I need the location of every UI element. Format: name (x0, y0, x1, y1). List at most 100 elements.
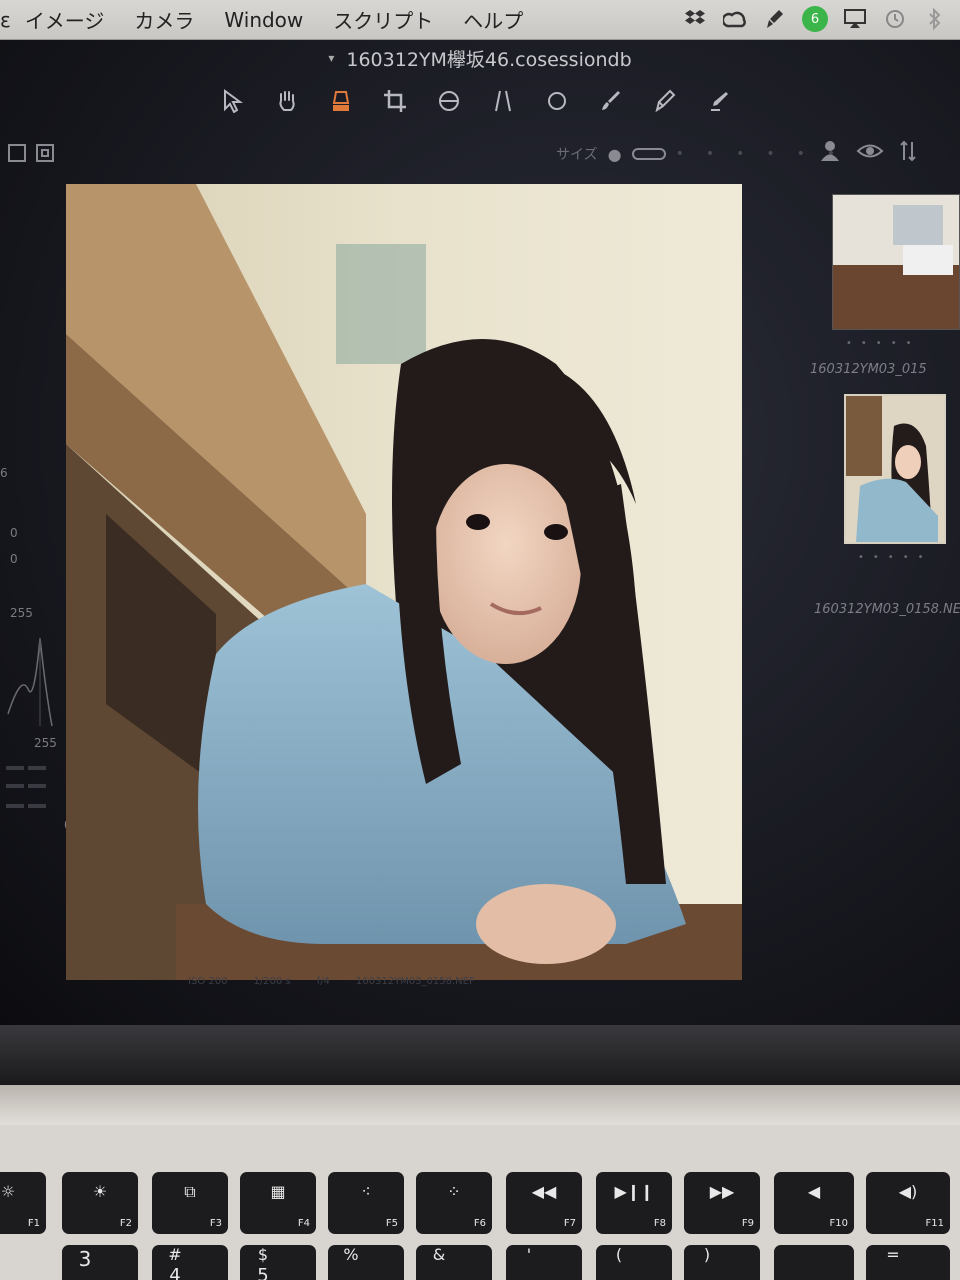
status-icons: 6 (682, 6, 948, 32)
screen-bezel (0, 1025, 960, 1085)
creative-cloud-icon[interactable] (722, 6, 748, 32)
key-label: F3 (209, 1218, 222, 1229)
thumbnail-label: 160312YM03_0158.NE (814, 602, 960, 617)
menu-item-image[interactable]: イメージ (25, 5, 105, 34)
filename-value: 160312YM03_0158.NEF (355, 976, 475, 987)
brightness-up-icon: ☀ (92, 1182, 108, 1201)
key-label: F6 (473, 1218, 486, 1229)
rewind-icon: ◀◀ (531, 1182, 557, 1201)
key-label: F11 (925, 1218, 944, 1229)
key-f4[interactable]: ▦ F4 (240, 1172, 316, 1234)
key-f9[interactable]: ▶▶ F9 (684, 1172, 760, 1234)
keyboard-light-up-icon: ⁘ (447, 1182, 461, 1201)
size-slider[interactable] (631, 148, 666, 160)
time-machine-icon[interactable] (882, 6, 908, 32)
viewer-mode-icons (8, 144, 54, 162)
key-f7[interactable]: ◀◀ F7 (506, 1172, 582, 1234)
brightness-down-icon: ☼ (0, 1182, 16, 1201)
shutter-value: 1/200 s (253, 976, 291, 987)
crop-select-tool-icon[interactable] (328, 88, 354, 114)
person-small-icon: ● (607, 144, 622, 164)
key-f1[interactable]: ☼ F1 (0, 1172, 46, 1234)
eye-icon[interactable] (856, 140, 884, 168)
thumbnail-rating-dots[interactable]: ••••• (858, 552, 933, 563)
green-badge-icon[interactable]: 6 (802, 6, 828, 32)
key-label: F7 (563, 1218, 576, 1229)
keyboard-deck: ☼ F1 ☀ F2 ⧉ F3 ▦ F4 ⁖ F5 ⁘ F6 ◀◀ F7 ▶❙❙ … (0, 1125, 960, 1280)
menu-item-help[interactable]: ヘルプ (463, 5, 523, 34)
key-label: F10 (829, 1218, 848, 1229)
key-f5[interactable]: ⁖ F5 (328, 1172, 404, 1234)
window-title: 160312YM欅坂46.cosessiondb (346, 48, 632, 71)
laptop-hinge (0, 1085, 960, 1125)
viewer-right-icons (820, 140, 916, 168)
launchpad-icon: ▦ (270, 1182, 286, 1201)
photo-info-bar: ISO 200 1/200 s f/4 160312YM03_0158.NEF (188, 976, 475, 987)
pointer-tool-icon[interactable] (220, 88, 246, 114)
thumbnail-image (846, 396, 944, 542)
key-0[interactable]: ) わ (684, 1245, 760, 1280)
key-f2[interactable]: ☀ F2 (62, 1172, 138, 1234)
key-f6[interactable]: ⁘ F6 (416, 1172, 492, 1234)
iso-value: ISO 200 (188, 976, 228, 987)
bluetooth-icon[interactable] (922, 6, 948, 32)
key-f10[interactable]: ◀ F10 (774, 1172, 854, 1234)
eyedropper-tool-icon[interactable] (652, 88, 678, 114)
rotate-tool-icon[interactable] (436, 88, 462, 114)
multi-view-icon[interactable] (36, 144, 54, 162)
person-icon[interactable] (820, 140, 840, 168)
thumbnail-size-control: サイズ ● •••••• (556, 144, 857, 164)
hand-tool-icon[interactable] (274, 88, 300, 114)
curve-graph[interactable] (6, 634, 56, 730)
panel-value: 6 (0, 466, 8, 480)
cursor-toolbar (220, 88, 732, 114)
badge-count: 6 (810, 11, 820, 27)
key-caret[interactable]: = ほ (866, 1245, 950, 1280)
brush-tool-icon[interactable] (598, 88, 624, 114)
key-f3[interactable]: ⧉ F3 (152, 1172, 228, 1234)
thumbnail-rating-dots[interactable]: ••••• (846, 338, 921, 349)
thumbnail-image (833, 195, 959, 329)
key-label: F8 (653, 1218, 666, 1229)
brush-icon[interactable] (762, 6, 788, 32)
circle-tool-icon[interactable] (544, 88, 570, 114)
menu-item-camera[interactable]: カメラ (134, 5, 194, 34)
size-label: サイズ (556, 147, 598, 163)
mission-control-icon: ⧉ (184, 1182, 196, 1201)
sort-icon[interactable] (900, 140, 916, 168)
airplay-icon[interactable] (842, 6, 868, 32)
thumbnail-label: 160312YM03_015 (810, 362, 927, 377)
keyboard-light-down-icon: ⁖ (361, 1182, 371, 1201)
single-view-icon[interactable] (8, 144, 26, 162)
image-viewer[interactable] (66, 184, 742, 980)
key-label: F5 (385, 1218, 398, 1229)
key-f8[interactable]: ▶❙❙ F8 (596, 1172, 672, 1234)
menu-list: ε イメージ カメラ Window スクリプト ヘルプ (0, 5, 553, 34)
mac-menu-bar: ε イメージ カメラ Window スクリプト ヘルプ 6 (0, 0, 960, 40)
panel-value: 0 (10, 552, 18, 566)
dropbox-icon[interactable] (682, 6, 708, 32)
panel-value: 255 (34, 736, 57, 750)
panel-value: 255 (10, 606, 33, 620)
left-tool-panel: 6 0 0 255 255 0 (0, 240, 72, 880)
key-label: F9 (741, 1218, 754, 1229)
panel-value: 0 (10, 526, 18, 540)
menu-item-edit[interactable]: ε (0, 8, 11, 32)
browser-panel: ••••• 160312YM03_015 ••••• 160312YM03_01… (810, 190, 960, 710)
window-titlebar: ▾ 160312YM欅坂46.cosessiondb (0, 40, 960, 76)
thumbnail-selected[interactable] (844, 394, 946, 544)
key-shift: = (886, 1245, 900, 1264)
key-label: F2 (119, 1218, 132, 1229)
menu-item-script[interactable]: スクリプト (333, 5, 433, 34)
key-f11[interactable]: ◀) F11 (866, 1172, 950, 1234)
aperture-value: f/4 (316, 976, 330, 987)
thumbnail-previous[interactable] (832, 194, 960, 330)
crop-tool-icon[interactable] (382, 88, 408, 114)
menu-item-window[interactable]: Window (224, 8, 303, 32)
capture-one-window: ▾ 160312YM欅坂46.cosessiondb サイズ ● •••••• … (0, 40, 960, 1025)
mute-icon: ◀ (807, 1182, 821, 1201)
annotate-tool-icon[interactable] (706, 88, 732, 114)
key-shift: ) (703, 1245, 711, 1264)
keystone-tool-icon[interactable] (490, 88, 516, 114)
photo-preview (66, 184, 742, 980)
